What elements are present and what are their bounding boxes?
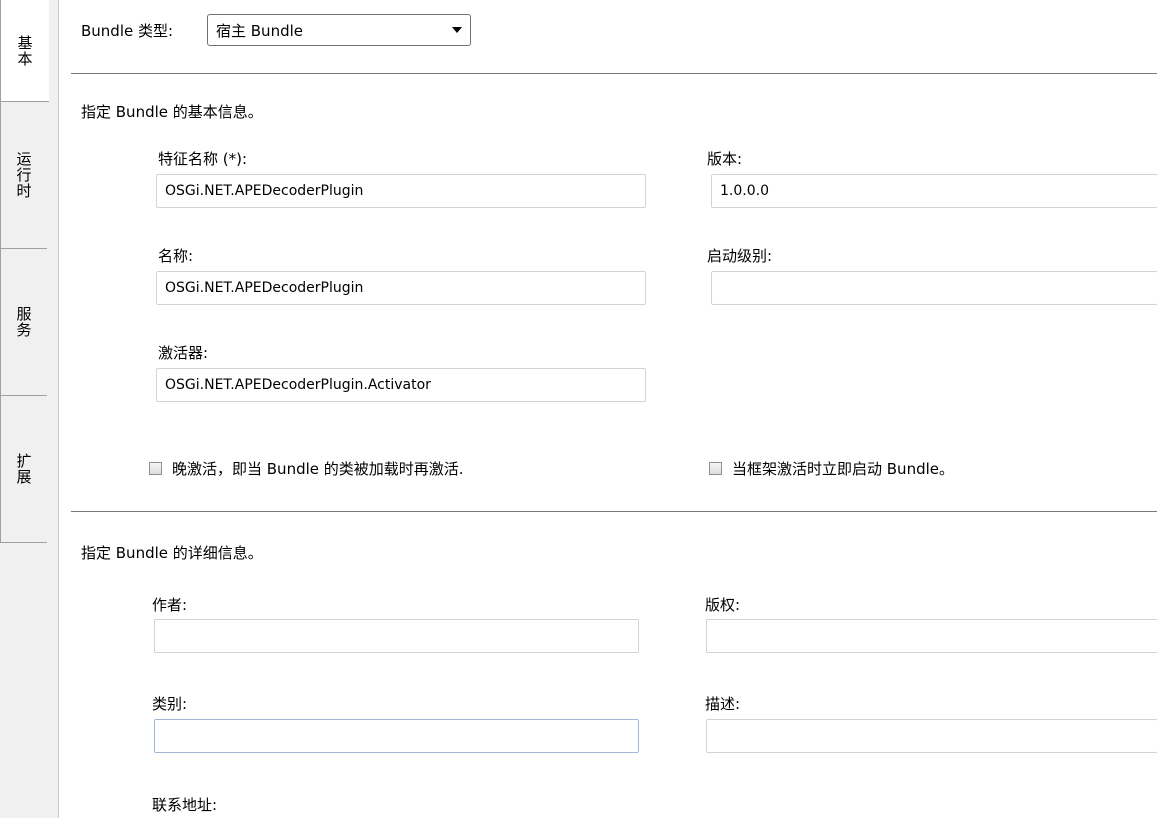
tab-extensions-label: 扩展 xyxy=(14,453,33,485)
symbolic-name-label: 特征名称 (*): xyxy=(158,150,248,168)
details-section-title: 指定 Bundle 的详细信息。 xyxy=(81,544,263,562)
copyright-label: 版权: xyxy=(705,596,741,614)
section-divider-middle xyxy=(71,511,1157,512)
chevron-down-icon xyxy=(452,27,462,33)
tab-services-label: 服务 xyxy=(14,306,33,338)
activator-label: 激活器: xyxy=(158,344,209,362)
basic-settings-panel: Bundle 类型: 宿主 Bundle 指定 Bundle 的基本信息。 特征… xyxy=(58,0,1157,818)
lazy-activation-label: 晚激活，即当 Bundle 的类被加载时再激活. xyxy=(172,460,464,478)
name-input[interactable] xyxy=(156,271,646,305)
tab-extensions[interactable]: 扩展 xyxy=(0,395,47,543)
symbolic-name-input[interactable] xyxy=(156,174,646,208)
tab-basic-label: 基本 xyxy=(15,34,34,67)
description-input[interactable] xyxy=(706,719,1157,753)
tab-runtime[interactable]: 运行时 xyxy=(0,101,47,249)
tab-basic[interactable]: 基本 xyxy=(0,0,49,102)
category-input[interactable] xyxy=(154,719,639,753)
category-label: 类别: xyxy=(152,695,188,713)
author-input[interactable] xyxy=(154,619,639,653)
description-label: 描述: xyxy=(705,695,741,713)
vertical-tab-strip: 基本 运行时 服务 扩展 xyxy=(0,0,49,818)
tab-services[interactable]: 服务 xyxy=(0,248,47,396)
version-label: 版本: xyxy=(707,150,743,168)
start-level-label: 启动级别: xyxy=(707,247,773,265)
start-level-input[interactable] xyxy=(711,271,1157,305)
activator-input[interactable] xyxy=(156,368,646,402)
contact-label: 联系地址: xyxy=(152,796,218,814)
copyright-input[interactable] xyxy=(706,619,1157,653)
name-label: 名称: xyxy=(158,247,194,265)
bundle-type-value: 宿主 Bundle xyxy=(216,21,303,40)
basic-info-section-title: 指定 Bundle 的基本信息。 xyxy=(81,103,263,121)
start-on-framework-label: 当框架激活时立即启动 Bundle。 xyxy=(732,460,954,478)
version-input[interactable] xyxy=(711,174,1157,208)
lazy-activation-checkbox[interactable] xyxy=(149,462,162,475)
tab-runtime-label: 运行时 xyxy=(14,151,33,199)
section-divider-top xyxy=(71,73,1157,74)
bundle-type-label: Bundle 类型: xyxy=(81,22,174,40)
bundle-editor-window: 基本 运行时 服务 扩展 Bundle 类型: 宿主 Bundle 指定 Bun… xyxy=(0,0,1157,818)
start-on-framework-checkbox-row[interactable]: 当框架激活时立即启动 Bundle。 xyxy=(709,458,954,479)
start-on-framework-checkbox[interactable] xyxy=(709,462,722,475)
author-label: 作者: xyxy=(152,596,188,614)
bundle-type-select[interactable]: 宿主 Bundle xyxy=(207,14,471,46)
lazy-activation-checkbox-row[interactable]: 晚激活，即当 Bundle 的类被加载时再激活. xyxy=(149,458,464,479)
